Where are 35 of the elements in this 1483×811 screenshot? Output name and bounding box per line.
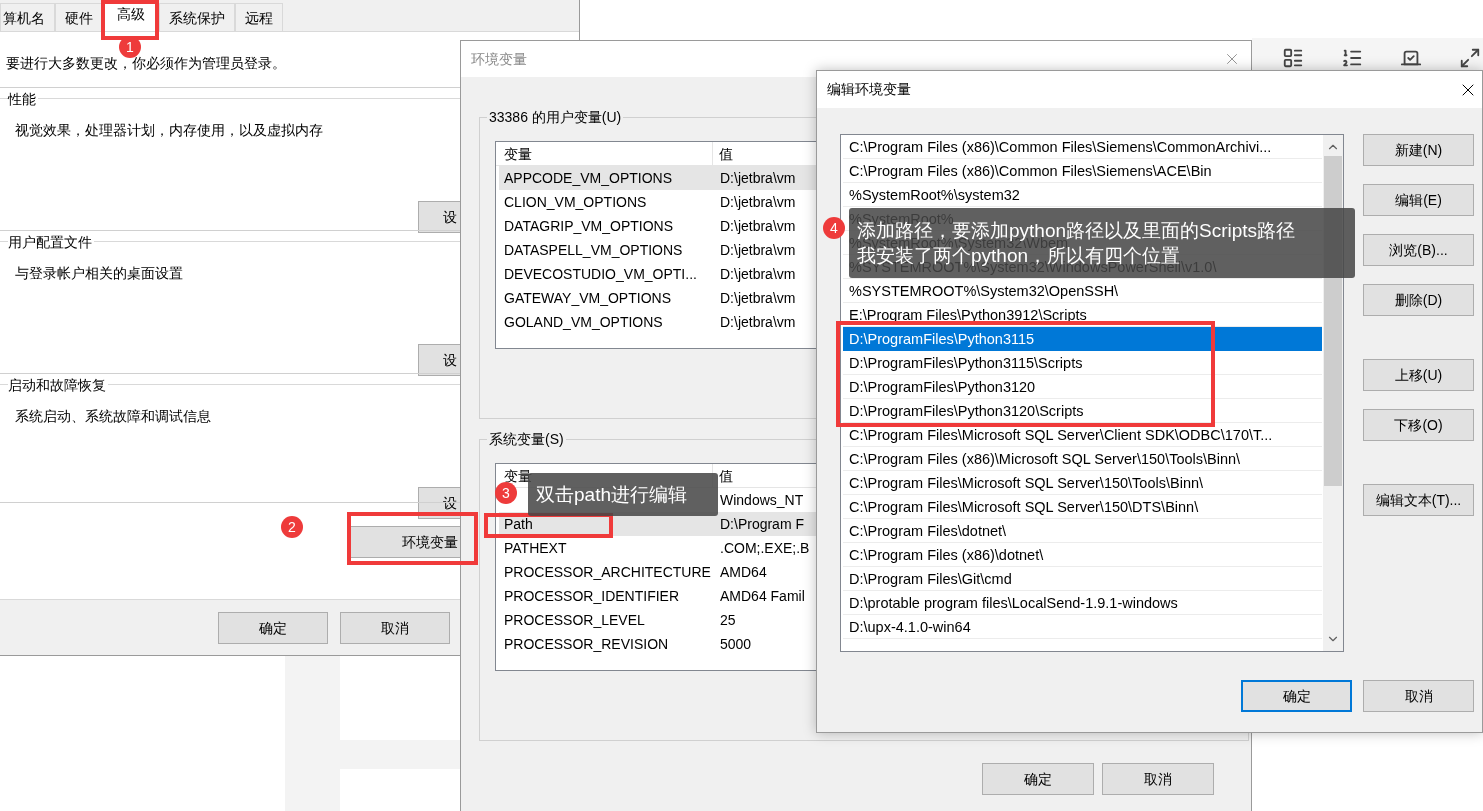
section-description: 系统启动、系统故障和调试信息 [15, 407, 211, 426]
table-cell-text: 25 [719, 611, 736, 630]
tooltip: 双击path进行编辑 [528, 473, 718, 516]
window-title: 编辑环境变量 [827, 80, 911, 99]
table-cell: PROCESSOR_REVISION [504, 636, 669, 652]
table-cell: DATAGRIP_VM_OPTIONS [504, 218, 674, 234]
table-cell-text: 5000 [719, 635, 752, 654]
table-cell: PROCESSOR_IDENTIFIER [504, 588, 680, 604]
table-cell-text: D:\jetbra\vm [719, 289, 796, 308]
table-cell-text: D:\jetbra\vm [719, 169, 796, 188]
table-cell-text: D:\jetbra\vm [719, 193, 796, 212]
section-description: 视觉效果，处理器计划，内存使用，以及虚拟内存 [15, 121, 323, 140]
table-cell-text: D:\jetbra\vm [719, 217, 796, 236]
table-cell-text: Windows_NT [719, 491, 804, 510]
table-cell-text: D:\Program F [719, 515, 804, 534]
table-cell: DEVECOSTUDIO_VM_OPTI... [504, 266, 697, 282]
table-cell-text: .COM;.EXE;.B [719, 539, 810, 558]
table-cell-text: AMD64 [719, 563, 767, 582]
table-cell: GATEWAY_VM_OPTIONS [504, 290, 671, 306]
group-title: 系统变量(S) [487, 430, 566, 448]
group-title: 33386 的用户变量(U) [487, 108, 624, 126]
table-cell: PROCESSOR_LEVEL [504, 612, 645, 628]
table-cell-text: AMD64 Famil [719, 587, 805, 606]
table-cell: DATASPELL_VM_OPTIONS [504, 242, 683, 258]
table-cell-text: D:\jetbra\vm [719, 265, 796, 284]
table-cell: GOLAND_VM_OPTIONS [504, 314, 663, 330]
window-title: 环境变量 [471, 49, 527, 69]
table-cell: PATHEXT [504, 540, 567, 556]
section-description: 与登录帐户相关的桌面设置 [15, 264, 183, 283]
table-cell: CLION_VM_OPTIONS [504, 194, 647, 210]
table-cell: APPCODE_VM_OPTIONS [504, 170, 673, 186]
table-cell-text: D:\jetbra\vm [719, 241, 796, 260]
table-cell: Path [504, 516, 533, 532]
table-cell-text: D:\jetbra\vm [719, 313, 796, 332]
table-cell: PROCESSOR_ARCHITECTURE [504, 564, 711, 580]
